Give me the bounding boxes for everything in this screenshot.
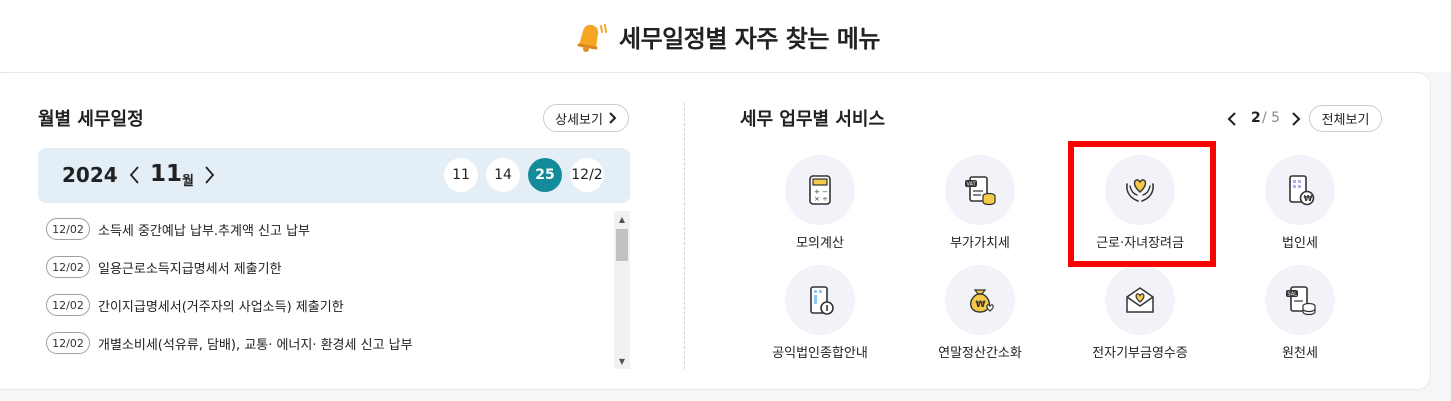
- service-work-child-incentive[interactable]: 근로·자녀장려금: [1070, 155, 1210, 265]
- hands-heart-icon: [1126, 179, 1154, 202]
- service-label: 모의계산: [796, 236, 844, 251]
- service-public-corporation[interactable]: 공익법인종합안내: [750, 265, 890, 375]
- detail-view-button[interactable]: 상세보기: [543, 104, 629, 132]
- day-chip[interactable]: 12/2: [570, 158, 604, 192]
- schedule-text: 간이지급명세서(거주자의 사업소득) 제출기한: [98, 299, 344, 315]
- service-section-title: 세무 업무별 서비스: [740, 109, 886, 130]
- service-icon-bg: [1105, 265, 1175, 335]
- withholding-tax-icon: SAL: [1286, 286, 1316, 316]
- page-title: 세무일정별 자주 찾는 메뉴: [619, 24, 880, 53]
- service-icon-bg: ₩: [1265, 155, 1335, 225]
- calendar-year: 2024: [62, 163, 118, 187]
- service-label: 원천세: [1282, 346, 1318, 361]
- calendar-month: 11: [150, 161, 183, 187]
- svg-text:₩: ₩: [1304, 194, 1313, 203]
- service-label: 연말정산간소화: [938, 346, 1022, 361]
- service-withholding-tax[interactable]: SAL 원천세: [1230, 265, 1370, 375]
- calendar-bar: 2024 11 월 11 14 25 12/2: [38, 148, 630, 203]
- service-icon-bg: VAT: [945, 155, 1015, 225]
- next-month-icon[interactable]: [202, 164, 216, 186]
- service-corporate-tax[interactable]: ₩ 법인세: [1230, 155, 1370, 265]
- bell-icon: [577, 24, 608, 52]
- money-bag-icon: ₩: [970, 289, 994, 313]
- service-icon-bg: + − × ÷: [785, 155, 855, 225]
- service-icon-bg: [785, 265, 855, 335]
- service-label: 부가가치세: [950, 236, 1010, 251]
- scroll-up-icon[interactable]: ▲: [614, 211, 630, 227]
- svg-text:× ÷: × ÷: [814, 195, 828, 203]
- service-icon-bg: ₩: [945, 265, 1015, 335]
- schedule-text: 일용근로소득지급명세서 제출기한: [98, 261, 282, 277]
- service-icon-bg: SAL: [1265, 265, 1335, 335]
- monthly-schedule-title: 월별 세무일정: [38, 109, 144, 130]
- day-chip[interactable]: 14: [486, 158, 520, 192]
- service-label: 전자기부금영수증: [1092, 346, 1188, 361]
- donation-envelope-icon: [1126, 287, 1154, 313]
- schedule-text: 개별소비세(석유류, 담배), 교통· 에너지· 환경세 신고 납부: [98, 337, 413, 353]
- service-mock-calculation[interactable]: + − × ÷ 모의계산: [750, 155, 890, 265]
- schedule-item[interactable]: 12/02 개별소비세(석유류, 담배), 교통· 에너지· 환경세 신고 납부: [46, 331, 413, 355]
- detail-view-label: 상세보기: [555, 112, 603, 128]
- svg-text:SAL: SAL: [1288, 292, 1298, 298]
- schedule-list: 12/02 소득세 중간예납 납부.추계액 신고 납부 12/02 일용근로소득…: [38, 211, 630, 369]
- prev-month-icon[interactable]: [128, 164, 142, 186]
- calendar-month-unit: 월: [182, 174, 194, 189]
- service-e-donation-receipt[interactable]: 전자기부금영수증: [1070, 265, 1210, 375]
- pager-next-icon[interactable]: [1290, 110, 1302, 128]
- service-icon-bg: [1105, 155, 1175, 225]
- service-label: 법인세: [1282, 236, 1318, 251]
- section-header: 세무일정별 자주 찾는 메뉴: [0, 14, 1451, 58]
- schedule-scrollbar[interactable]: ▲ ▼: [614, 211, 630, 369]
- schedule-item[interactable]: 12/02 일용근로소득지급명세서 제출기한: [46, 255, 282, 279]
- view-all-button[interactable]: 전체보기: [1309, 105, 1382, 132]
- vat-document-icon: VAT: [965, 176, 996, 206]
- scroll-thumb[interactable]: [616, 229, 628, 261]
- svg-text:VAT: VAT: [967, 182, 977, 188]
- day-chip[interactable]: 11: [444, 158, 478, 192]
- section-divider: [684, 103, 685, 369]
- schedule-item[interactable]: 12/02 소득세 중간예납 납부.추계액 신고 납부: [46, 217, 310, 241]
- service-label: 근로·자녀장려금: [1096, 236, 1184, 251]
- schedule-date: 12/02: [46, 256, 90, 278]
- public-corporation-icon: [810, 286, 834, 315]
- service-year-end-settlement[interactable]: ₩ 연말정산간소화: [910, 265, 1050, 375]
- calculator-icon: + − × ÷: [809, 175, 831, 205]
- schedule-date: 12/02: [46, 294, 90, 316]
- scroll-down-icon[interactable]: ▼: [614, 353, 630, 369]
- service-vat[interactable]: VAT 부가가치세: [910, 155, 1050, 265]
- schedule-date: 12/02: [46, 332, 90, 354]
- schedule-text: 소득세 중간예납 납부.추계액 신고 납부: [98, 223, 311, 239]
- day-chip-selected[interactable]: 25: [528, 158, 562, 192]
- pager-total: / 5: [1262, 110, 1281, 126]
- corporate-tax-icon: ₩: [1289, 175, 1315, 206]
- schedule-date: 12/02: [46, 218, 90, 240]
- service-label: 공익법인종합안내: [772, 346, 868, 361]
- chevron-right-icon: [609, 112, 617, 124]
- pager-prev-icon[interactable]: [1226, 110, 1238, 128]
- pager-current: 2: [1251, 110, 1261, 126]
- svg-text:₩: ₩: [976, 300, 986, 310]
- schedule-item[interactable]: 12/02 간이지급명세서(거주자의 사업소득) 제출기한: [46, 293, 344, 317]
